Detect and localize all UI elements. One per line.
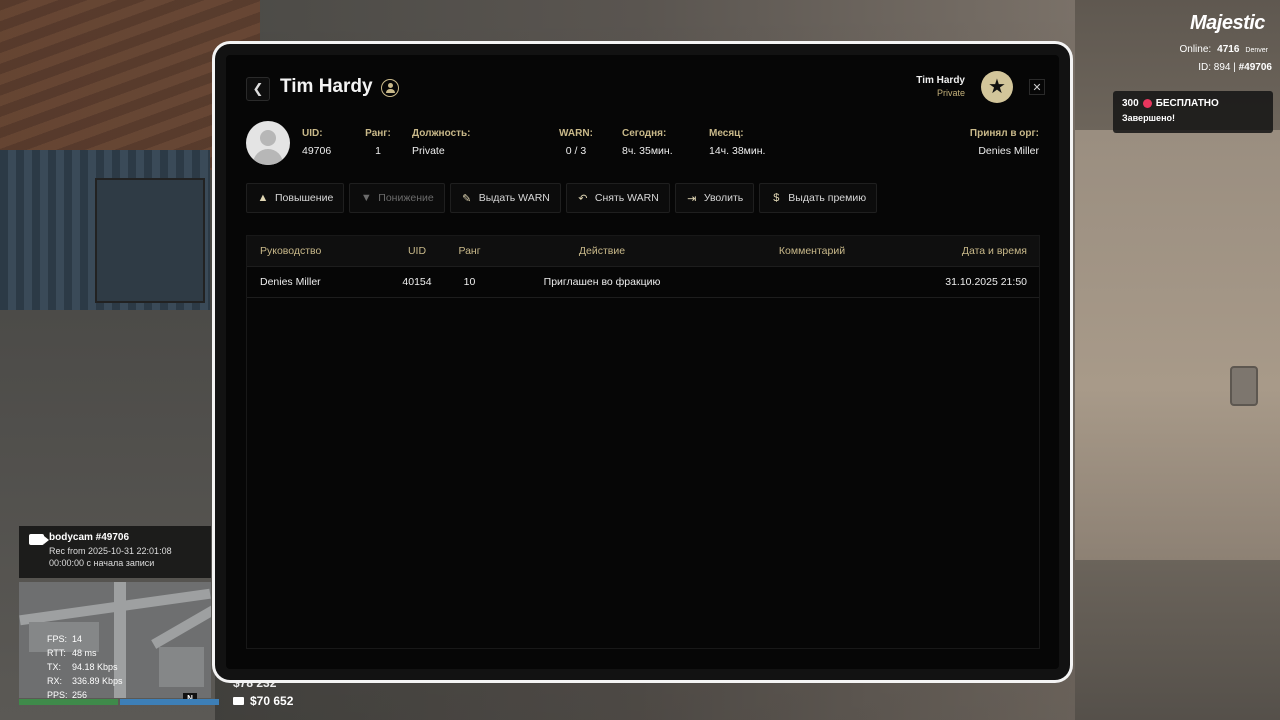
reward-notice: 300 БЕСПЛАТНО Завершено! [1113, 91, 1273, 133]
header-user-name: Tim Hardy [916, 75, 965, 86]
coin-icon [1142, 99, 1152, 108]
chevron-up-icon: ▲ [257, 192, 269, 204]
health-bar [19, 699, 118, 705]
cell-action: Приглашен во фракцию [543, 276, 661, 288]
action-toolbar: ▲ Повышение ▼ Понижение ✎ Выдать WARN ↶ … [246, 183, 878, 213]
chevron-down-icon: ▼ [360, 192, 372, 204]
notice-label: БЕСПЛАТНО [1155, 98, 1219, 109]
close-button[interactable]: ✕ [1029, 79, 1045, 95]
column-header: UID [407, 245, 427, 257]
table-header: Руководство UID Ранг Действие Комментари… [247, 236, 1039, 267]
card-icon [233, 697, 244, 705]
coin-icon: $ [773, 192, 780, 204]
health-armor-bar [19, 699, 219, 705]
online-counter: Online: 4716 Denver [1179, 44, 1268, 55]
warn-field: WARN: 0 / 3 [559, 128, 593, 157]
player-id: ID: 894 | #49706 [1198, 62, 1272, 73]
bodycam-title: bodycam #49706 [49, 532, 130, 543]
document-warn-icon: ✎ [462, 192, 472, 205]
background-door [95, 178, 205, 303]
bodycam-rec: Rec from 2025-10-31 22:01:08 [49, 546, 172, 556]
online-value: 4716 [1217, 44, 1240, 55]
notice-status: Завершено! [1122, 113, 1175, 123]
month-field: Месяц: 14ч. 38мин. [709, 128, 766, 157]
background-floor-right [1075, 560, 1280, 720]
star-badge-icon: ★ [981, 71, 1013, 103]
background-door-handle [1230, 366, 1258, 406]
position-field: Должность: Private [412, 128, 471, 157]
video-camera-icon [29, 534, 49, 545]
rank-field: Ранг: 1 [365, 128, 391, 157]
city-name: Denver [1245, 47, 1268, 54]
cell-rank: 10 [463, 276, 476, 288]
column-header: Руководство [260, 245, 322, 257]
column-header: Дата и время [961, 245, 1027, 257]
back-button[interactable]: ❮ [246, 77, 270, 101]
cell-datetime: 31.10.2025 21:50 [945, 276, 1027, 288]
dismiss-button[interactable]: ⇥ Уволить [674, 183, 755, 213]
table-row: Denies Miller 40154 10 Приглашен во фрак… [247, 267, 1039, 298]
dismiss-icon: ⇥ [687, 192, 697, 205]
promote-button[interactable]: ▲ Повышение [246, 183, 345, 213]
column-header: Действие [578, 245, 626, 257]
network-stats: FPS: 14 RTT: 48 ms TX: 94.18 Kbps RX: 336.89… [47, 634, 123, 700]
online-label: Online: [1179, 44, 1212, 55]
column-header: Комментарий [778, 245, 846, 257]
bank-amount: $70 652 [233, 694, 293, 708]
bodycam-overlay: bodycam #49706 Rec from 2025-10-31 22:01… [19, 526, 211, 578]
chevron-left-icon: ❮ [252, 81, 264, 96]
accepted-by-field: Принял в орг: Denies Miller [969, 128, 1039, 157]
tablet: ❮ Tim Hardy Tim Hardy Private ★ ✕ UID: 4… [212, 41, 1073, 683]
member-profile-screen: ❮ Tim Hardy Tim Hardy Private ★ ✕ UID: 4… [226, 55, 1059, 669]
cell-uid: 40154 [402, 276, 432, 288]
give-bonus-button[interactable]: $ Выдать премию [759, 183, 878, 213]
armor-bar [120, 699, 219, 705]
close-icon: ✕ [1032, 81, 1042, 94]
bodycam-elapsed: 00:00:00 с начала записи [49, 558, 155, 568]
today-field: Сегодня: 8ч. 35мин. [622, 128, 673, 157]
background-wall [1075, 130, 1280, 560]
avatar [246, 121, 290, 165]
remove-warn-button[interactable]: ↶ Снять WARN [565, 183, 670, 213]
header-user-rank: Private [936, 88, 965, 98]
member-name: Tim Hardy [280, 76, 373, 97]
history-table: Руководство UID Ранг Действие Комментари… [246, 235, 1040, 649]
uid-field: UID: 49706 [302, 128, 332, 157]
server-logo: Majestic [1190, 12, 1265, 34]
column-header: Ранг [458, 245, 481, 257]
demote-button[interactable]: ▼ Понижение [349, 183, 445, 213]
issue-warn-button[interactable]: ✎ Выдать WARN [449, 183, 561, 213]
person-icon[interactable] [381, 79, 399, 97]
notice-amount: 300 [1122, 98, 1139, 109]
undo-icon: ↶ [578, 192, 588, 205]
cell-manager: Denies Miller [260, 276, 321, 288]
